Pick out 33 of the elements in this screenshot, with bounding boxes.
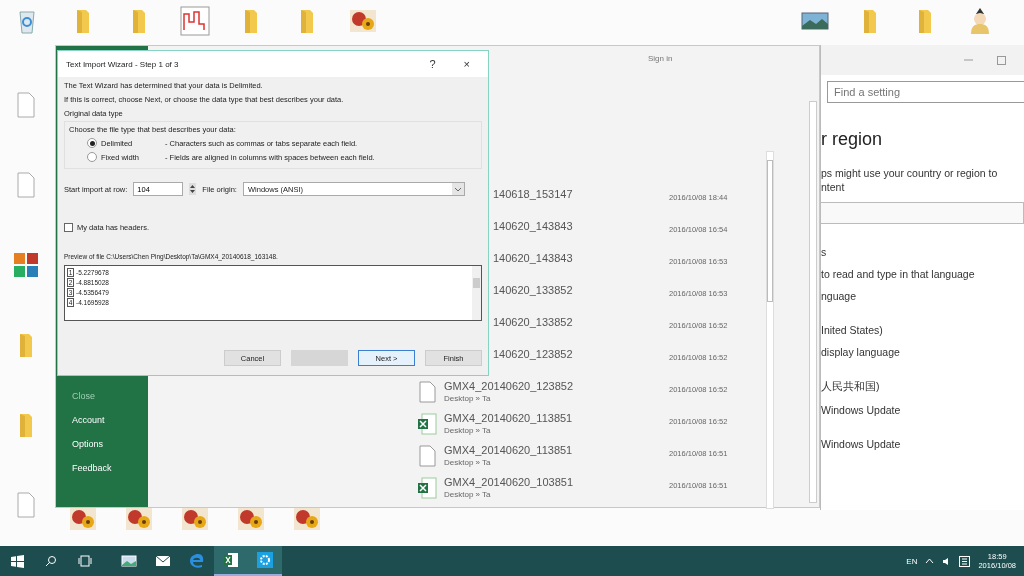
language-indicator[interactable]: EN [906, 556, 918, 566]
file-name[interactable]: 140620_143843 [493, 251, 663, 265]
dialog-title: Text Import Wizard - Step 1 of 3 [66, 59, 180, 69]
file-name[interactable]: 140620_123852 [493, 347, 663, 361]
file-name[interactable]: GMX4_20140620_103851 [444, 475, 663, 489]
settings-text: Windows Update [821, 438, 902, 450]
file-location: Desktop » Ta [444, 457, 492, 469]
description-text: ps might use your country or region to ntent [821, 166, 999, 194]
settings-text: to read and type in that language [821, 268, 976, 280]
file-name[interactable]: GMX4_20140620_123852 [444, 379, 663, 393]
backstage-item[interactable]: Feedback [72, 463, 148, 473]
backstage-item[interactable]: Account [72, 415, 148, 425]
settings-text: Inited States) [821, 324, 884, 336]
help-button[interactable]: ? [419, 58, 446, 70]
close-button[interactable]: × [453, 58, 480, 70]
file-location: Desktop » Ta [444, 489, 492, 501]
file-name[interactable]: 140620_133852 [493, 283, 663, 297]
settings-text: nguage [821, 290, 858, 302]
file-location: Desktop » Ta [444, 393, 492, 405]
settings-text: display language [821, 346, 901, 358]
file-name[interactable]: 140620_133852 [493, 315, 663, 329]
section-heading: r region [821, 129, 884, 150]
sign-in-link[interactable]: Sign in [648, 54, 673, 63]
file-location: Desktop » Ta [444, 425, 492, 437]
search-field[interactable]: Find a setting [827, 81, 1024, 103]
file-name[interactable]: GMX4_20140620_113851 [444, 443, 663, 457]
settings-text: 人民共和国) [821, 380, 881, 394]
file-name[interactable]: 140618_153147 [493, 187, 663, 201]
settings-text: Windows Update [821, 404, 902, 416]
settings-text: s [821, 246, 828, 258]
file-name[interactable]: GMX4_20140620_113851 [444, 411, 663, 425]
backstage-item[interactable]: Options [72, 439, 148, 449]
file-name[interactable]: 140620_143843 [493, 219, 663, 233]
